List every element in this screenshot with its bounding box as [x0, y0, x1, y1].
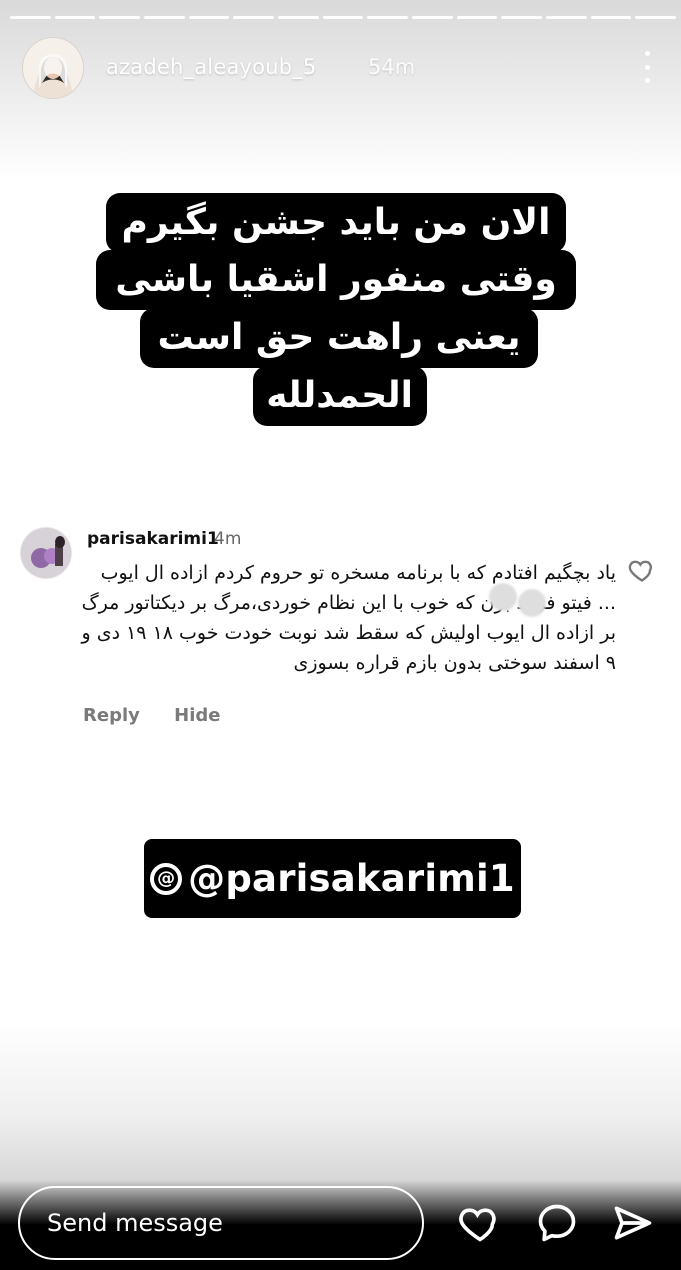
progress-segment — [233, 16, 275, 19]
send-message-input[interactable]: Send message — [18, 1186, 424, 1260]
progress-segment — [635, 16, 677, 19]
progress-segment — [10, 16, 51, 19]
comment-avatar-image — [21, 528, 71, 578]
progress-segment — [590, 16, 632, 19]
progress-segment — [278, 16, 319, 19]
story-text-block: الان من باید جشن بگیرم وقتی منفور اشقیا … — [96, 193, 576, 431]
story-text-line-2: وقتی منفور اشقیا باشی — [96, 250, 576, 310]
progress-segment — [412, 16, 453, 19]
blur-mark — [489, 583, 517, 611]
story-time: 54m — [368, 55, 416, 79]
avatar[interactable] — [22, 37, 84, 99]
blur-mark — [518, 589, 546, 617]
mention-handle: @parisakarimi1 — [188, 857, 515, 900]
chat-bubble-icon[interactable] — [535, 1201, 579, 1245]
progress-segment — [54, 16, 96, 19]
progress-segment — [144, 16, 185, 19]
comment-card: parisakarimi1 4m یاد بچگیم افتادم که با … — [20, 525, 660, 735]
progress-segment — [367, 16, 409, 19]
story-username[interactable]: azadeh_aleayoub_5 — [106, 55, 317, 79]
mention-sticker[interactable]: @ @parisakarimi1 — [144, 839, 521, 918]
progress-segment — [456, 16, 498, 19]
bottom-bar: Send message — [18, 1186, 668, 1266]
progress-segment — [501, 16, 543, 19]
reply-button[interactable]: Reply — [83, 705, 140, 726]
avatar-image — [23, 38, 83, 98]
progress-segment — [188, 16, 230, 19]
story-progress-bars — [10, 16, 677, 19]
heart-icon[interactable] — [458, 1201, 502, 1245]
story-header: azadeh_aleayoub_5 54m — [22, 37, 662, 99]
story-text-line-1: الان من باید جشن بگیرم — [106, 193, 566, 253]
comment-text: یاد بچگیم افتادم که با برنامه مسخره تو ح… — [81, 562, 617, 674]
progress-segment — [99, 16, 141, 19]
heart-outline-icon[interactable] — [628, 556, 656, 584]
progress-segment — [546, 16, 587, 19]
comment-avatar[interactable] — [20, 527, 72, 579]
comment-time: 4m — [214, 529, 242, 549]
story-text-line-3: یعنی راهت حق است — [140, 308, 538, 368]
send-message-placeholder: Send message — [47, 1209, 223, 1237]
threads-icon: @ — [150, 862, 183, 895]
story-text-line-4: الحمدلله — [253, 366, 427, 426]
more-vertical-icon[interactable] — [642, 51, 652, 83]
comment-username[interactable]: parisakarimi1 — [87, 529, 219, 549]
progress-segment — [322, 16, 364, 19]
send-icon[interactable] — [611, 1201, 655, 1245]
hide-button[interactable]: Hide — [174, 705, 220, 726]
comment-actions: Reply Hide — [83, 705, 248, 726]
